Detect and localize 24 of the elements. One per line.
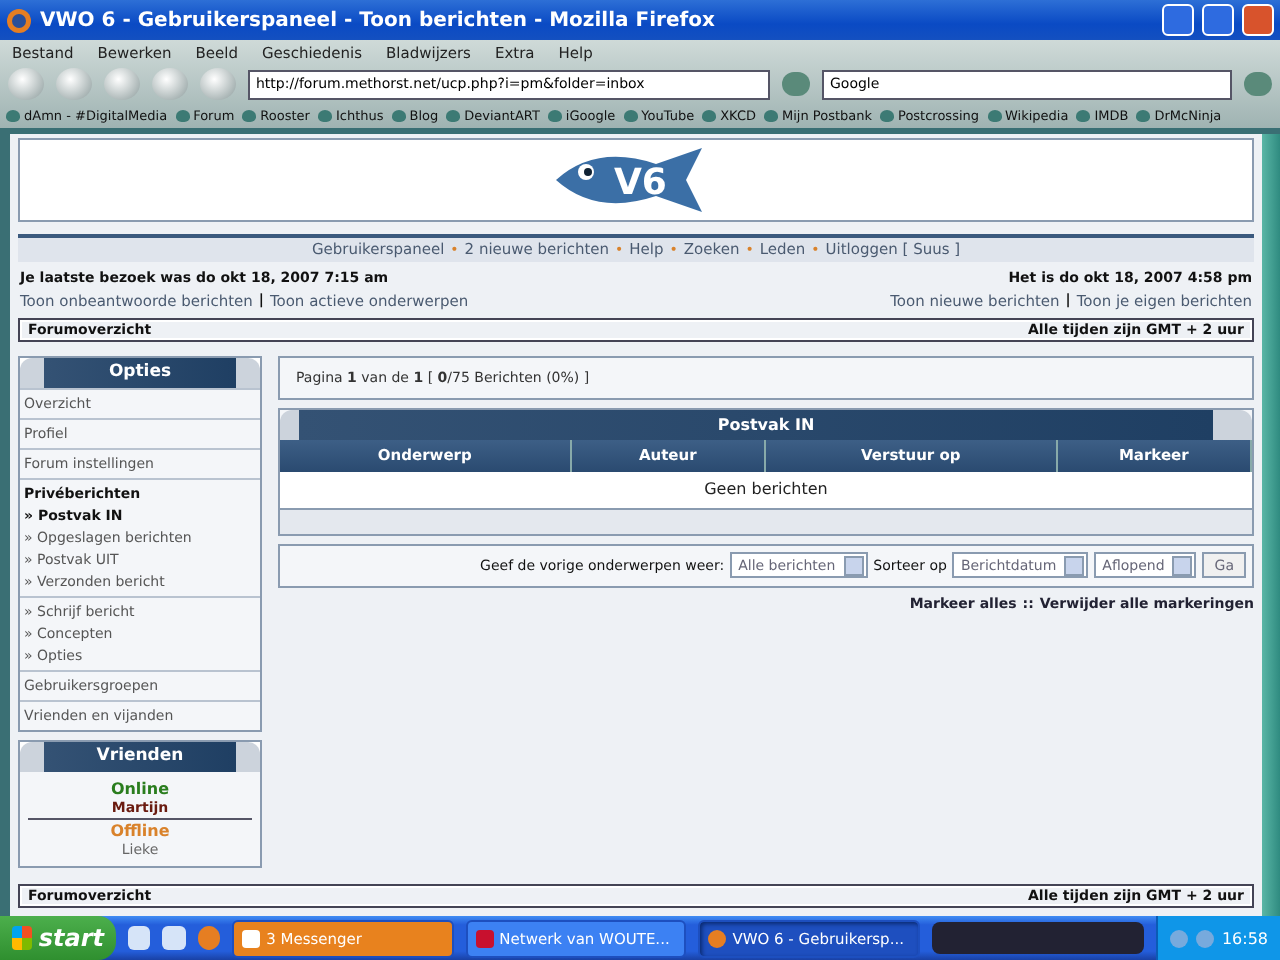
- home-button[interactable]: [200, 68, 236, 100]
- reload-button[interactable]: [104, 68, 140, 100]
- app-icon[interactable]: [162, 926, 186, 950]
- empty-message: Geen berichten: [280, 471, 1252, 508]
- clock-text: 16:58: [1221, 929, 1268, 947]
- table-title: Postvak IN: [280, 409, 1252, 440]
- back-button[interactable]: [8, 68, 44, 100]
- minimize-button[interactable]: [1162, 4, 1194, 36]
- media-player-bar[interactable]: [931, 922, 1144, 954]
- panel-header: Vrienden: [20, 741, 260, 772]
- desktop-icon[interactable]: [128, 926, 151, 950]
- friend-status-label: Online: [110, 779, 170, 798]
- panel-header: Opties: [20, 357, 260, 388]
- firefox-icon: [6, 7, 32, 33]
- close-button[interactable]: [1242, 4, 1274, 36]
- stop-button[interactable]: [152, 68, 188, 100]
- forward-button[interactable]: [56, 68, 92, 100]
- friend-status-label: Offline: [110, 821, 170, 840]
- window-title: VWO 6 - Gebruikerspaneel - Toon berichten - Mozilla Firefox: [40, 9, 717, 31]
- go-button[interactable]: [782, 72, 810, 96]
- scrollbar[interactable]: [1262, 134, 1280, 916]
- firefox-icon[interactable]: [197, 926, 221, 950]
- maximize-button[interactable]: [1202, 4, 1234, 36]
- search-button[interactable]: [1244, 72, 1272, 96]
